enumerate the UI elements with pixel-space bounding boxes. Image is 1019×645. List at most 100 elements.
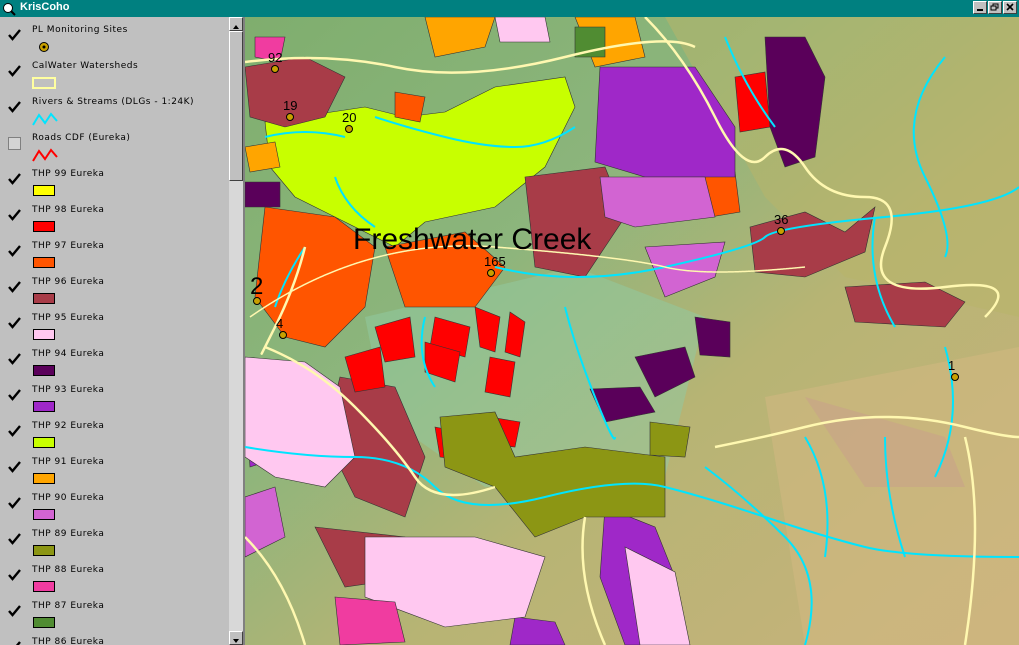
checkmark-icon[interactable] [8,531,21,545]
checkmark-icon[interactable] [8,171,21,185]
site-label: 36 [774,212,788,227]
layer-label: THP 92 Eureka [32,421,105,431]
color-swatch [33,221,55,232]
checkmark-icon[interactable] [8,567,21,581]
thp95-polygon [494,17,551,43]
legend-layer[interactable]: THP 90 Eureka [0,489,228,525]
minimize-button[interactable] [973,1,987,14]
legend-layer[interactable]: THP 89 Eureka [0,525,228,561]
site-label: 2 [250,273,263,300]
watershed-label: Freshwater Creek [353,223,592,256]
layer-label: THP 99 Eureka [32,169,105,179]
layer-label: THP 89 Eureka [32,529,105,539]
site-label: 165 [484,254,506,269]
checkmark-icon[interactable] [8,459,21,473]
checkmark-icon[interactable] [8,603,21,617]
scroll-down-button[interactable] [229,631,243,645]
thp98-polygon [484,356,516,398]
thp94-polygon [245,181,281,208]
color-swatch [33,581,55,592]
legend-layer[interactable]: THP 94 Eureka [0,345,228,381]
layer-label: THP 90 Eureka [32,493,105,503]
map-canvas[interactable]: Freshwater Creek 92 19 20 36 165 2 4 1 [245,17,1019,645]
layer-label: Rivers & Streams (DLGs - 1:24K) [32,97,195,107]
checkmark-icon[interactable] [8,387,21,401]
site-marker[interactable] [951,373,959,381]
legend-layer[interactable]: CalWater Watersheds [0,57,228,93]
layer-label: THP 98 Eureka [32,205,105,215]
checkmark-icon[interactable] [8,63,21,77]
thp97-polygon [394,91,426,123]
app-globe-icon [2,1,16,16]
layer-label: CalWater Watersheds [32,61,139,71]
layer-label: THP 93 Eureka [32,385,105,395]
layer-label: THP 88 Eureka [32,565,105,575]
checkmark-icon[interactable] [8,27,21,41]
legend-layer[interactable]: THP 88 Eureka [0,561,228,597]
map-view[interactable]: Freshwater Creek 92 19 20 36 165 2 4 1 [245,17,1019,645]
checkmark-icon[interactable] [8,279,21,293]
color-swatch [33,509,55,520]
scroll-thumb[interactable] [229,31,243,181]
site-marker[interactable] [279,331,287,339]
layer-label: THP 91 Eureka [32,457,105,467]
site-label: 20 [342,110,356,125]
thp89-polygon [649,421,691,458]
checkmark-icon[interactable] [8,99,21,113]
legend-layer[interactable]: THP 95 Eureka [0,309,228,345]
legend-layer[interactable]: PL Monitoring Sites [0,21,228,57]
checkmark-icon[interactable] [8,423,21,437]
layer-label: Roads CDF (Eureka) [32,133,131,143]
color-swatch [33,545,55,556]
legend-layer[interactable]: THP 98 Eureka [0,201,228,237]
layer-label: PL Monitoring Sites [32,25,128,35]
checkmark-icon[interactable] [8,315,21,329]
layer-label: THP 96 Eureka [32,277,105,287]
legend-layer[interactable]: THP 86 Eureka [0,633,228,645]
color-swatch [33,365,55,376]
watershed-outline-icon [32,75,58,91]
terrain-ridge [765,347,1019,645]
site-marker[interactable] [286,113,294,121]
checkmark-icon[interactable] [8,495,21,509]
checkmark-icon[interactable] [8,243,21,257]
layer-label: THP 86 Eureka [32,637,105,645]
legend-layer[interactable]: THP 97 Eureka [0,237,228,273]
legend-scrollbar[interactable] [229,17,243,645]
thp94-polygon [694,316,731,358]
legend-layer[interactable]: THP 93 Eureka [0,381,228,417]
checkmark-icon[interactable] [8,351,21,365]
legend-layer[interactable]: THP 99 Eureka [0,165,228,201]
site-label: 4 [276,316,283,331]
color-swatch [33,329,55,340]
color-swatch [33,185,55,196]
legend-layer[interactable]: THP 92 Eureka [0,417,228,453]
unchecked-box-icon[interactable] [8,135,21,150]
restore-button[interactable] [988,1,1002,14]
site-marker[interactable] [777,227,785,235]
site-marker[interactable] [271,65,279,73]
color-swatch [33,293,55,304]
scroll-up-button[interactable] [229,17,243,31]
legend-layer[interactable]: Roads CDF (Eureka) [0,129,228,165]
site-marker[interactable] [345,125,353,133]
legend-panel: PL Monitoring Sites CalWater Watersheds Ri… [0,17,245,645]
thp91-polygon [245,141,281,173]
color-swatch [33,257,55,268]
legend-layer[interactable]: THP 96 Eureka [0,273,228,309]
close-button[interactable] [1003,1,1017,14]
site-label: 92 [268,50,282,65]
road-line-icon [32,147,58,163]
layer-label: THP 97 Eureka [32,241,105,251]
site-point-icon [32,39,58,55]
legend-layer[interactable]: Rivers & Streams (DLGs - 1:24K) [0,93,228,129]
legend-layer[interactable]: THP 87 Eureka [0,597,228,633]
site-label: 1 [948,358,955,373]
color-swatch [33,617,55,628]
legend-layer[interactable]: THP 91 Eureka [0,453,228,489]
layer-label: THP 87 Eureka [32,601,105,611]
checkmark-icon[interactable] [8,207,21,221]
checkmark-icon[interactable] [8,639,21,645]
title-bar[interactable]: KrisCoho [0,0,1019,17]
site-marker[interactable] [487,269,495,277]
